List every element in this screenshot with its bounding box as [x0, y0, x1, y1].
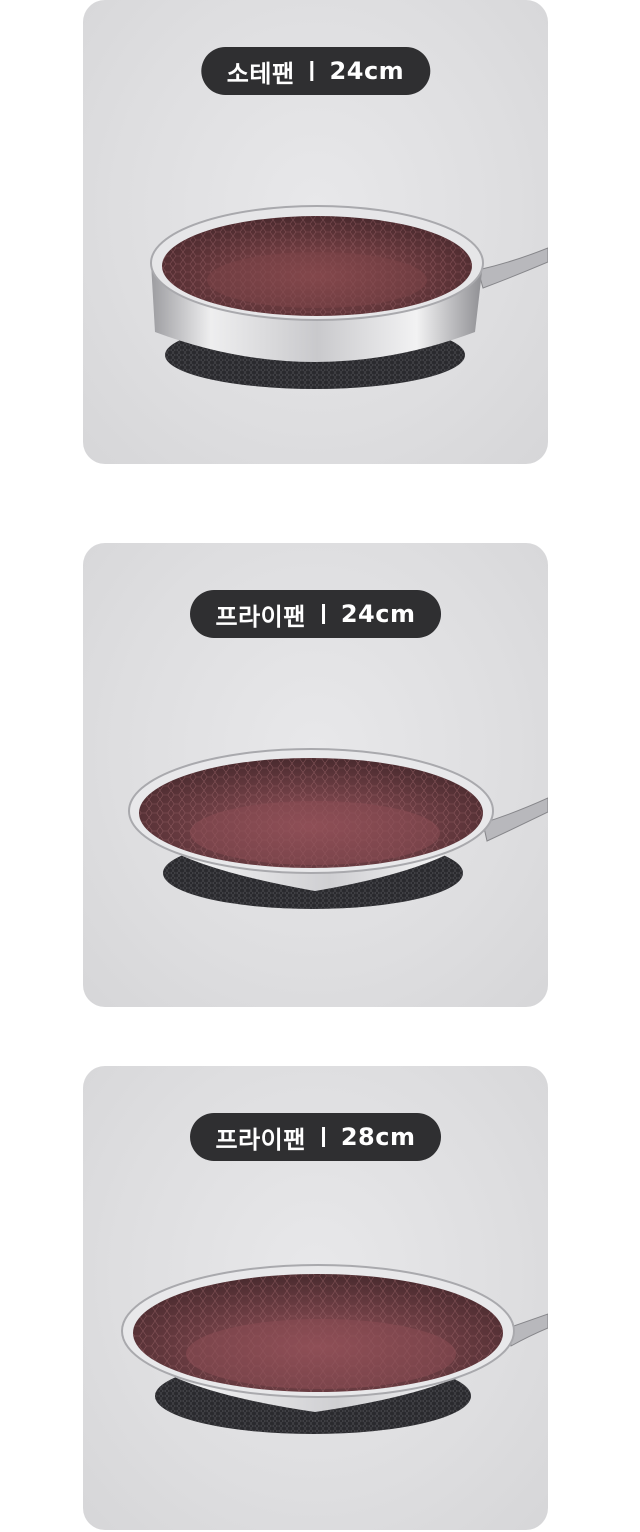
saute-pan-image [150, 205, 548, 389]
frying-pan-24-image [128, 748, 548, 909]
frying-pan-28-image [121, 1264, 548, 1434]
product-card-saute-24: 소테팬 24cm [83, 0, 548, 464]
product-card-frypan-24: 프라이팬 24cm [83, 543, 548, 1007]
product-card-frypan-28: 프라이팬 28cm [83, 1066, 548, 1530]
